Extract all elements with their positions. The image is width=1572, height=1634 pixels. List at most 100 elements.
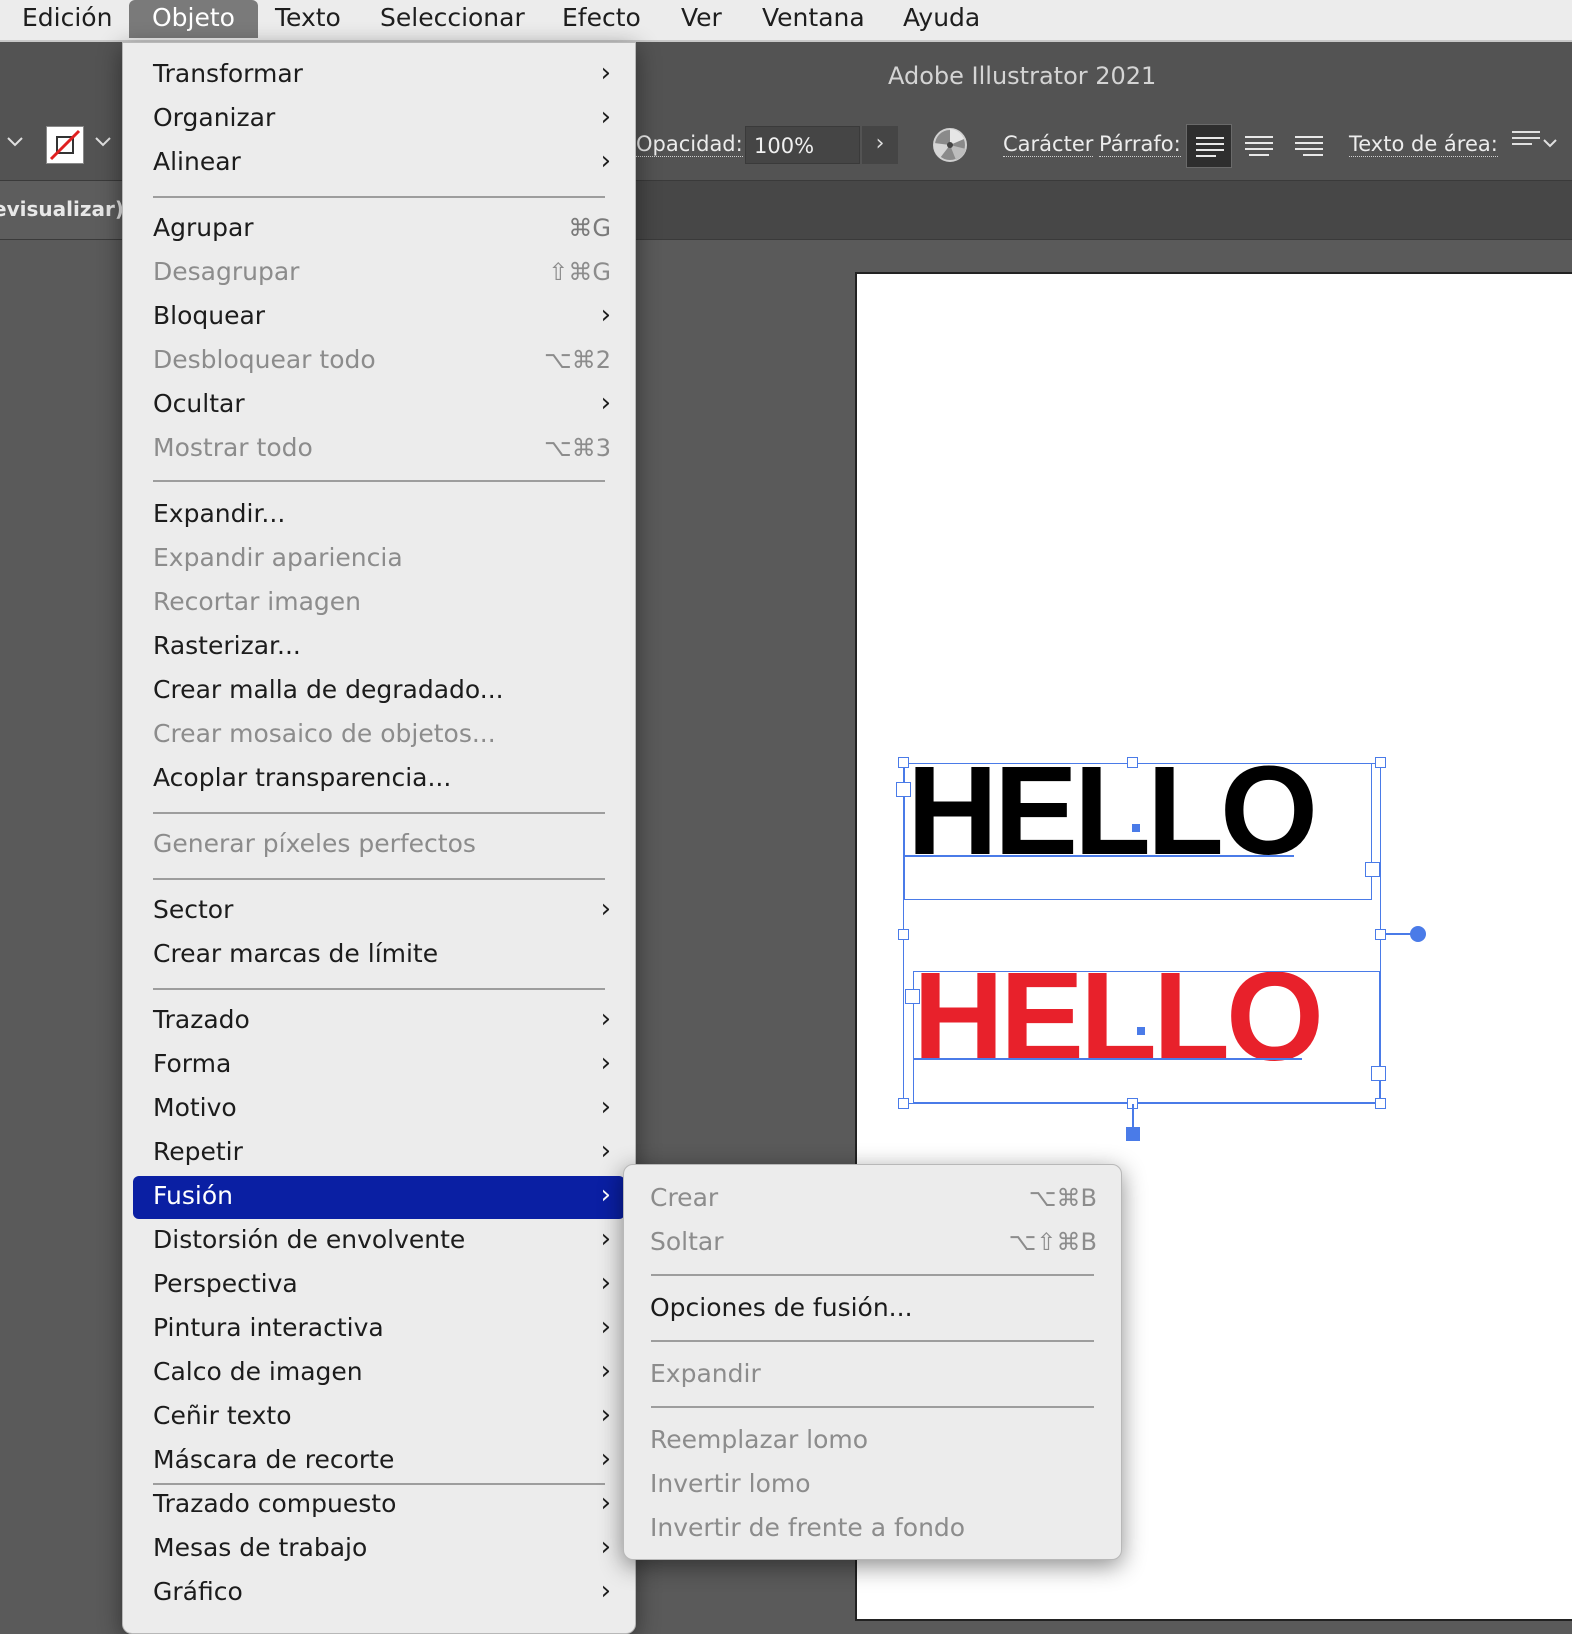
chevron-right-icon: › (600, 1224, 611, 1254)
object-menu-item-pintura-interactiva[interactable]: Pintura interactiva › (133, 1308, 625, 1351)
object-menu-item-perspectiva[interactable]: Perspectiva › (133, 1264, 625, 1307)
menu-item-label: Expandir... (153, 499, 286, 528)
object-menu-item-organizar[interactable]: Organizar › (133, 98, 625, 141)
align-center-button[interactable] (1236, 124, 1282, 168)
menu-ayuda[interactable]: Ayuda (903, 0, 980, 38)
object-menu-item-agrupar[interactable]: Agrupar ⌘G (133, 208, 625, 251)
menu-item-label: Expandir apariencia (153, 543, 403, 572)
object-menu-item-calco-de-imagen[interactable]: Calco de imagen › (133, 1352, 625, 1395)
blend-menu-item-opciones-de-fusion[interactable]: Opciones de fusión... (634, 1288, 1111, 1331)
selection-handle[interactable] (1127, 757, 1138, 768)
keyboard-shortcut: ⌥⌘3 (544, 434, 611, 462)
menu-objeto[interactable]: Objeto (129, 0, 258, 38)
object-menu-item-fusion[interactable]: Fusión › (133, 1176, 625, 1219)
no-stroke-icon (49, 129, 81, 161)
chevron-right-icon: › (600, 1444, 611, 1474)
chevron-right-icon: › (600, 300, 611, 330)
in-port-handle[interactable] (896, 782, 911, 797)
paragraph-link[interactable]: Párrafo: (1099, 132, 1181, 157)
menu-separator (153, 878, 605, 880)
object-menu-item-repetir[interactable]: Repetir › (133, 1132, 625, 1175)
menu-item-label: Ceñir texto (153, 1401, 292, 1430)
object-menu-item-trazado-compuesto[interactable]: Trazado compuesto › (133, 1484, 625, 1527)
selection-handle[interactable] (1375, 929, 1386, 940)
menu-item-label: Calco de imagen (153, 1357, 363, 1386)
menu-ventana[interactable]: Ventana (762, 0, 865, 38)
object-menu-item-rasterizar[interactable]: Rasterizar... (133, 626, 625, 669)
menu-item-label: Mostrar todo (153, 433, 313, 462)
menu-separator (651, 1340, 1094, 1342)
recolor-icon[interactable] (932, 127, 968, 167)
object-menu-item-distorsion-de-envolvente[interactable]: Distorsión de envolvente › (133, 1220, 625, 1263)
align-left-button[interactable] (1186, 124, 1232, 168)
object-menu-item-acoplar-transparencia[interactable]: Acoplar transparencia... (133, 758, 625, 801)
menu-item-label: Forma (153, 1049, 232, 1078)
opacity-label[interactable]: Opacidad: (636, 132, 743, 157)
object-menu-item-grafico[interactable]: Gráfico › (133, 1572, 625, 1615)
chevron-right-icon: › (600, 1004, 611, 1034)
menu-item-label: Agrupar (153, 213, 254, 242)
object-menu-item-transformar[interactable]: Transformar › (133, 54, 625, 97)
opacity-arrow-button[interactable]: › (862, 126, 898, 164)
chevron-down-icon[interactable] (4, 130, 26, 156)
menu-ver[interactable]: Ver (681, 0, 722, 38)
object-menu-item-sector[interactable]: Sector › (133, 890, 625, 933)
menu-item-label: Reemplazar lomo (650, 1425, 869, 1454)
object-menu-item-expandir[interactable]: Expandir... (133, 494, 625, 537)
menu-item-label: Crear malla de degradado... (153, 675, 504, 704)
rotate-handle[interactable] (1410, 926, 1426, 942)
menu-separator (153, 1483, 605, 1485)
character-link[interactable]: Carácter (1003, 132, 1094, 157)
selection-handle[interactable] (898, 1098, 909, 1109)
object-menu-item-crear-malla-de-degradado[interactable]: Crear malla de degradado... (133, 670, 625, 713)
object-menu-item-mascara-de-recorte[interactable]: Máscara de recorte › (133, 1440, 625, 1483)
object-menu-item-forma[interactable]: Forma › (133, 1044, 625, 1087)
keyboard-shortcut: ⌘G (568, 214, 611, 242)
window-title: Adobe Illustrator 2021 (888, 62, 1157, 90)
menu-item-label: Invertir de frente a fondo (650, 1513, 966, 1542)
menu-edicion[interactable]: Edición (22, 0, 112, 38)
selection-handle[interactable] (898, 757, 909, 768)
menu-item-label: Desagrupar (153, 257, 300, 286)
object-menu-item-bloquear[interactable]: Bloquear › (133, 296, 625, 339)
object-menu-item-alinear[interactable]: Alinear › (133, 142, 625, 185)
out-port-handle[interactable] (1371, 1066, 1386, 1081)
menu-item-label: Bloquear (153, 301, 266, 330)
keyboard-shortcut: ⇧⌘G (548, 258, 611, 286)
object-menu-item-crear-marcas-de-limite[interactable]: Crear marcas de límite (133, 934, 625, 977)
menu-item-label: Trazado (153, 1005, 250, 1034)
selection-handle[interactable] (898, 929, 909, 940)
out-port-handle[interactable] (1365, 862, 1380, 877)
shear-handle[interactable] (1126, 1127, 1140, 1141)
object-menu-item-mesas-de-trabajo[interactable]: Mesas de trabajo › (133, 1528, 625, 1571)
menu-efecto[interactable]: Efecto (562, 0, 641, 38)
chevron-right-icon: › (600, 1488, 611, 1518)
selection-handle[interactable] (1375, 757, 1386, 768)
object-menu-item-trazado[interactable]: Trazado › (133, 1000, 625, 1043)
opacity-input[interactable]: 100% (745, 126, 860, 164)
area-type-options-icon[interactable] (1510, 128, 1562, 162)
in-port-handle[interactable] (905, 989, 920, 1004)
menu-item-label: Distorsión de envolvente (153, 1225, 466, 1254)
selection-bounding-box (903, 763, 1381, 1104)
object-menu-item-ocultar[interactable]: Ocultar › (133, 384, 625, 427)
center-point (1137, 1027, 1145, 1035)
object-menu: Transformar › Organizar › Alinear › Agrupar ⌘G D… (122, 42, 636, 1634)
selection-handle[interactable] (1375, 1098, 1386, 1109)
menu-item-label: Sector (153, 895, 234, 924)
document-tab[interactable]: revisualizar) (0, 181, 124, 239)
object-menu-item-desagrupar: Desagrupar ⇧⌘G (133, 252, 625, 295)
shear-connector (1132, 1104, 1134, 1128)
align-right-button[interactable] (1286, 124, 1332, 168)
menu-seleccionar[interactable]: Seleccionar (380, 0, 525, 38)
blend-menu-item-invertir-de-frente-a-fondo: Invertir de frente a fondo (634, 1508, 1111, 1551)
chevron-down-icon[interactable] (92, 130, 114, 156)
menu-item-label: Invertir lomo (650, 1469, 811, 1498)
object-menu-item-cenir-texto[interactable]: Ceñir texto › (133, 1396, 625, 1439)
object-menu-item-motivo[interactable]: Motivo › (133, 1088, 625, 1131)
menu-item-label: Soltar (650, 1227, 724, 1256)
blend-menu-item-reemplazar-lomo: Reemplazar lomo (634, 1420, 1111, 1463)
stroke-swatch[interactable] (46, 126, 84, 164)
menu-texto[interactable]: Texto (275, 0, 341, 38)
area-type-link[interactable]: Texto de área: (1349, 132, 1498, 157)
